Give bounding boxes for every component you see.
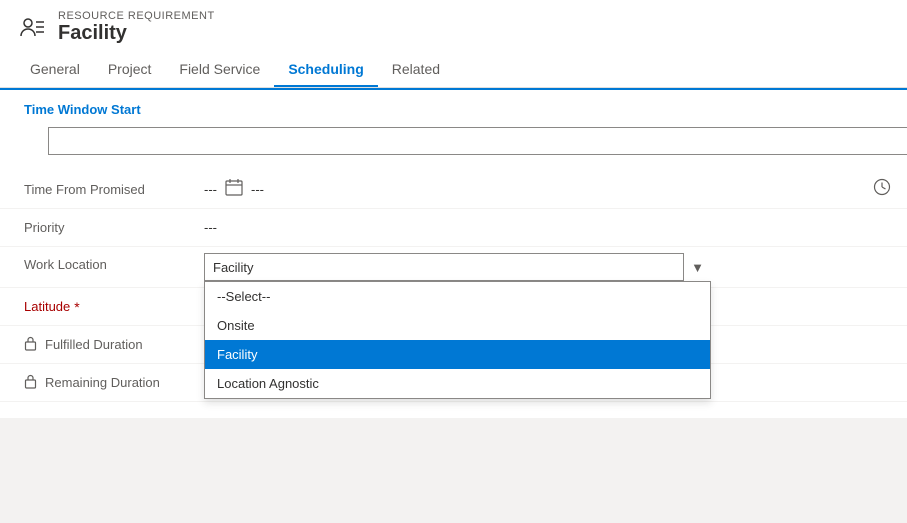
breadcrumb-subtitle: RESOURCE REQUIREMENT	[58, 10, 215, 22]
time-from-promised-value: --- ---	[204, 178, 891, 201]
section-time-window: Time Window Start	[0, 90, 907, 121]
work-location-dropdown[interactable]: Facility ▼	[204, 253, 711, 281]
resource-icon	[16, 12, 48, 44]
tab-scheduling[interactable]: Scheduling	[274, 53, 377, 87]
work-location-dropdown-menu: --Select-- Onsite Facility Location Agno…	[204, 281, 711, 399]
lock-icon-fulfilled	[24, 336, 37, 354]
calendar-icon[interactable]	[225, 178, 243, 201]
fulfilled-duration-label: Fulfilled Duration	[24, 336, 204, 354]
time-window-start-input[interactable]	[48, 127, 907, 155]
lock-icon-remaining	[24, 374, 37, 392]
dropdown-arrow-icon[interactable]: ▼	[683, 253, 711, 281]
dropdown-option-onsite[interactable]: Onsite	[205, 311, 710, 340]
app-header: RESOURCE REQUIREMENT Facility General Pr…	[0, 0, 907, 88]
dropdown-option-location-agnostic[interactable]: Location Agnostic	[205, 369, 710, 398]
breadcrumb-title: Facility	[58, 22, 215, 45]
time-from-promised-label: Time From Promised	[24, 182, 204, 197]
tab-related[interactable]: Related	[378, 53, 454, 87]
clock-icon[interactable]	[873, 178, 891, 201]
dropdown-option-select[interactable]: --Select--	[205, 282, 710, 311]
breadcrumb-row: RESOURCE REQUIREMENT Facility	[16, 10, 891, 45]
priority-row: Priority ---	[0, 209, 907, 247]
tab-general[interactable]: General	[16, 53, 94, 87]
dropdown-option-facility[interactable]: Facility	[205, 340, 710, 369]
nav-tabs: General Project Field Service Scheduling…	[16, 53, 891, 87]
tab-project[interactable]: Project	[94, 53, 166, 87]
work-location-label: Work Location	[24, 253, 204, 272]
tab-field-service[interactable]: Field Service	[165, 53, 274, 87]
work-location-dropdown-wrapper: Facility ▼ --Select-- Onsite Facility Lo…	[204, 253, 711, 281]
required-star: *	[74, 299, 79, 315]
time-from-promised-row: Time From Promised --- ---	[0, 171, 907, 209]
work-location-value: Facility ▼ --Select-- Onsite Facility Lo…	[204, 253, 891, 281]
remaining-duration-label: Remaining Duration	[24, 374, 204, 392]
work-location-row: Work Location Facility ▼ --Select-- Onsi…	[0, 247, 907, 288]
content-area: Time Window Start Time From Promised ---…	[0, 90, 907, 418]
breadcrumb-text: RESOURCE REQUIREMENT Facility	[58, 10, 215, 45]
latitude-label: Latitude *	[24, 299, 204, 315]
priority-value: ---	[204, 220, 891, 235]
priority-label: Priority	[24, 220, 204, 235]
